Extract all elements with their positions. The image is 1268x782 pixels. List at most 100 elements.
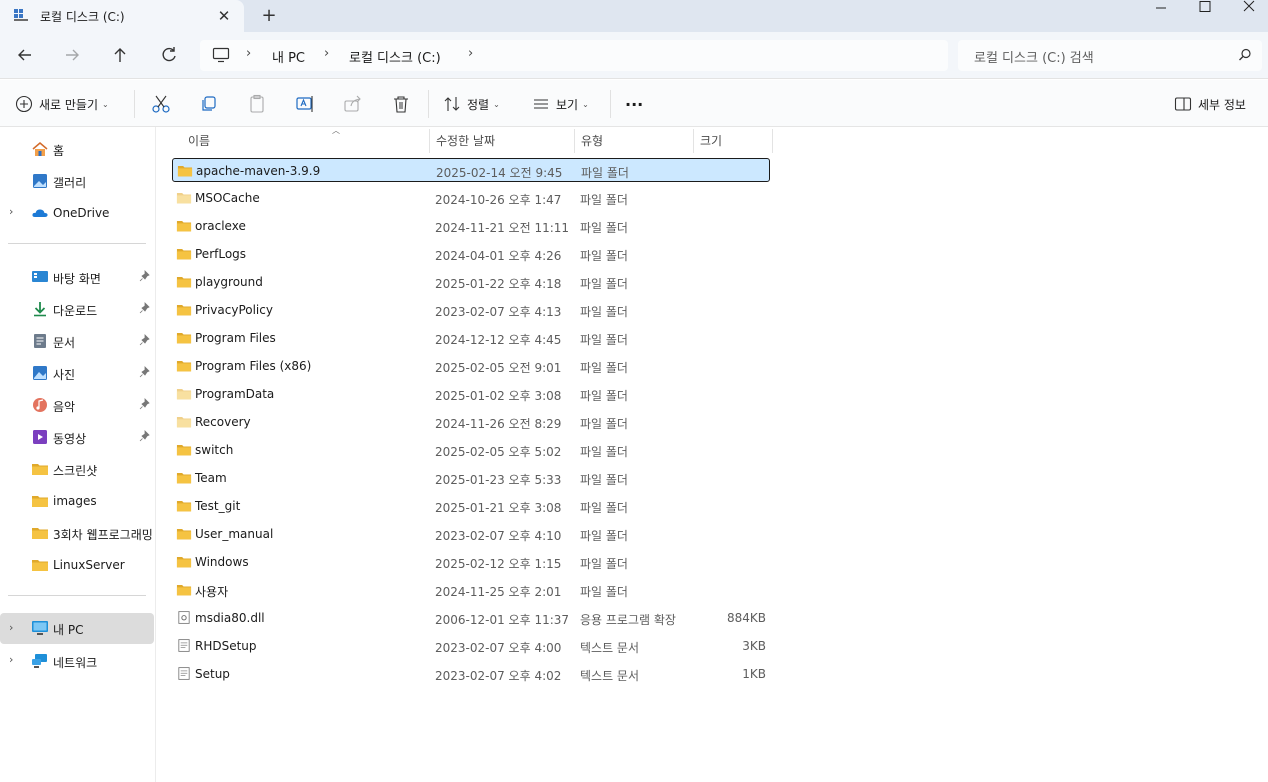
table-row[interactable]: switch 2025-02-05 오후 5:02 파일 폴더 <box>172 438 770 462</box>
file-size: 884KB <box>726 611 766 625</box>
column-divider[interactable] <box>693 129 694 153</box>
new-button[interactable]: 새로 만들기 ⌄ <box>15 92 109 116</box>
file-modified-date: 2025-02-05 오전 9:01 <box>435 361 562 375</box>
breadcrumb-local-disk[interactable]: 로컬 디스크 (C:) <box>349 47 441 66</box>
table-row[interactable]: PerfLogs 2024-04-01 오후 4:26 파일 폴더 <box>172 242 770 266</box>
file-type: 파일 폴더 <box>580 585 628 599</box>
sidebar-item-gallery[interactable]: 갤러리 <box>0 167 154 195</box>
rename-button[interactable] <box>295 92 315 116</box>
expand-chevron-icon[interactable]: › <box>9 205 13 218</box>
sidebar-item-videos[interactable]: 동영상 <box>0 423 154 451</box>
table-row[interactable]: Program Files 2024-12-12 오후 4:45 파일 폴더 <box>172 326 770 350</box>
sidebar-item-home[interactable]: 홈 <box>0 135 154 163</box>
share-button[interactable] <box>343 92 363 116</box>
breadcrumb-this-pc[interactable]: 내 PC <box>272 47 305 66</box>
close-icon <box>1243 0 1255 12</box>
home-icon <box>32 142 48 156</box>
search-input[interactable]: 로컬 디스크 (C:) 검색 <box>974 47 1094 66</box>
cut-button[interactable] <box>151 92 171 116</box>
table-row[interactable]: msdia80.dll 2006-12-01 오후 11:37 응용 프로그램 확장… <box>172 606 770 630</box>
file-modified-date: 2023-02-07 오후 4:10 <box>435 529 562 543</box>
table-row[interactable]: ProgramData 2025-01-02 오후 3:08 파일 폴더 <box>172 382 770 406</box>
document-icon <box>34 334 46 348</box>
file-modified-date: 2025-02-14 오전 9:45 <box>436 166 563 180</box>
maximize-button[interactable] <box>1182 0 1228 32</box>
column-header-type[interactable]: 유형 <box>581 127 691 153</box>
table-row[interactable]: User_manual 2023-02-07 오후 4:10 파일 폴더 <box>172 522 770 546</box>
refresh-button[interactable] <box>155 42 183 68</box>
close-window-button[interactable] <box>1226 0 1268 32</box>
pin-icon[interactable] <box>139 334 151 346</box>
up-button[interactable] <box>106 42 134 68</box>
search-box[interactable]: 로컬 디스크 (C:) 검색 <box>958 40 1262 71</box>
expand-chevron-icon[interactable]: › <box>9 653 13 666</box>
column-divider[interactable] <box>574 129 575 153</box>
pin-icon[interactable] <box>139 430 151 442</box>
copy-button[interactable] <box>199 92 219 116</box>
table-row[interactable]: Setup 2023-02-07 오후 4:02 텍스트 문서 1KB <box>172 662 770 686</box>
column-header-name[interactable]: ︿ 이름 <box>188 126 428 153</box>
address-bar[interactable]: › 내 PC › 로컬 디스크 (C:) › <box>200 40 948 71</box>
sidebar-item-pictures[interactable]: 사진 <box>0 359 154 387</box>
paste-button[interactable] <box>247 92 267 116</box>
table-row[interactable]: PrivacyPolicy 2023-02-07 오후 4:13 파일 폴더 <box>172 298 770 322</box>
table-row[interactable]: Test_git 2025-01-21 오후 3:08 파일 폴더 <box>172 494 770 518</box>
table-row[interactable]: Program Files (x86) 2025-02-05 오전 9:01 파일 … <box>172 354 770 378</box>
sidebar-item-music[interactable]: 음악 <box>0 391 154 419</box>
table-row[interactable]: Team 2025-01-23 오후 5:33 파일 폴더 <box>172 466 770 490</box>
file-modified-date: 2006-12-01 오후 11:37 <box>435 613 570 627</box>
divider <box>610 90 611 118</box>
pin-icon[interactable] <box>139 270 151 282</box>
sidebar-item-web-programming[interactable]: 3회차 웹프로그래밍 <box>0 519 154 547</box>
sidebar-item-desktop[interactable]: 바탕 화면 <box>0 263 154 291</box>
column-header-date[interactable]: 수정한 날짜 <box>436 127 576 153</box>
pin-icon[interactable] <box>139 398 151 410</box>
table-row[interactable]: 사용자 2024-11-25 오후 2:01 파일 폴더 <box>172 578 770 602</box>
file-name: switch <box>195 443 234 457</box>
sidebar-item-linuxserver[interactable]: LinuxServer <box>0 551 154 579</box>
sidebar-item-this-pc[interactable]: › 내 PC <box>0 613 154 644</box>
table-row[interactable]: oraclexe 2024-11-21 오전 11:11 파일 폴더 <box>172 214 770 238</box>
column-divider[interactable] <box>772 129 773 153</box>
view-button[interactable]: 보기 ⌄ <box>532 92 589 116</box>
forward-button[interactable] <box>58 42 86 68</box>
sidebar-item-images[interactable]: images <box>0 487 154 515</box>
more-options-button[interactable]: ··· <box>625 92 643 116</box>
breadcrumb-separator[interactable]: › <box>324 46 329 61</box>
table-row[interactable]: Windows 2025-02-12 오후 1:15 파일 폴더 <box>172 550 770 574</box>
minimize-icon <box>1156 7 1166 9</box>
file-type: 텍스트 문서 <box>580 669 640 683</box>
column-divider[interactable] <box>429 129 430 153</box>
sidebar-item-downloads[interactable]: 다운로드 <box>0 295 154 323</box>
sort-button[interactable]: 정렬 ⌄ <box>443 92 500 116</box>
tab-close-button[interactable]: ✕ <box>214 6 234 26</box>
breadcrumb-separator[interactable]: › <box>246 46 251 61</box>
table-row[interactable]: apache-maven-3.9.9 2025-02-14 오전 9:45 파일 폴… <box>172 158 770 182</box>
sidebar-item-onedrive[interactable]: › OneDrive <box>0 199 154 227</box>
sidebar-item-network[interactable]: › 네트워크 <box>0 647 154 675</box>
sidebar-item-documents[interactable]: 문서 <box>0 327 154 355</box>
folder-icon <box>32 496 48 507</box>
divider <box>134 90 135 118</box>
delete-button[interactable] <box>391 92 411 116</box>
sidebar-item-screenshots[interactable]: 스크린샷 <box>0 455 154 483</box>
copy-icon <box>202 96 216 111</box>
tab-local-disk[interactable]: 로컬 디스크 (C:) ✕ <box>0 0 244 32</box>
file-name: Setup <box>195 667 230 681</box>
table-row[interactable]: playground 2025-01-22 오후 4:18 파일 폴더 <box>172 270 770 294</box>
arrow-up-icon <box>114 48 126 62</box>
table-row[interactable]: MSOCache 2024-10-26 오후 1:47 파일 폴더 <box>172 186 770 210</box>
breadcrumb-separator[interactable]: › <box>468 46 473 61</box>
pin-icon[interactable] <box>139 366 151 378</box>
details-pane-button[interactable]: 세부 정보 <box>1174 92 1246 116</box>
table-row[interactable]: RHDSetup 2023-02-07 오후 4:00 텍스트 문서 3KB <box>172 634 770 658</box>
file-type: 파일 폴더 <box>580 557 628 571</box>
file-name: msdia80.dll <box>195 611 265 625</box>
minimize-button[interactable] <box>1138 0 1184 32</box>
new-tab-button[interactable]: + <box>258 5 280 27</box>
pin-icon[interactable] <box>139 302 151 314</box>
expand-chevron-icon[interactable]: › <box>9 621 13 634</box>
column-header-size[interactable]: 크기 <box>700 127 770 153</box>
table-row[interactable]: Recovery 2024-11-26 오전 8:29 파일 폴더 <box>172 410 770 434</box>
back-button[interactable] <box>11 42 39 68</box>
